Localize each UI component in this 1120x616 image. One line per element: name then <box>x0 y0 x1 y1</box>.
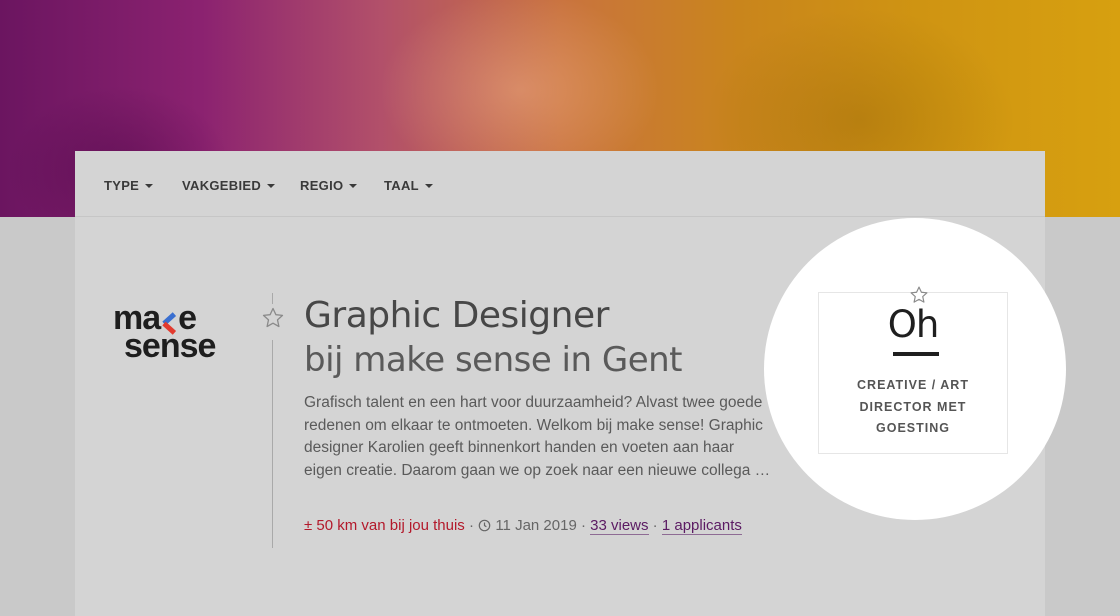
job-meta: ± 50 km van bij jou thuis · 11 Jan 2019 … <box>304 517 742 535</box>
applicants-link[interactable]: 1 applicants <box>661 517 742 535</box>
filter-taal-label: TAAL <box>384 178 419 193</box>
separator: · <box>576 517 591 534</box>
filter-taal-dropdown[interactable]: TAAL <box>384 178 433 193</box>
logo-text-sense: sense <box>124 327 216 365</box>
views-link[interactable]: 33 views <box>590 517 649 535</box>
filter-regio-dropdown[interactable]: REGIO <box>300 178 358 193</box>
posted-date: 11 Jan 2019 <box>495 517 577 534</box>
promo-text-line: DIRECTOR MET <box>859 399 967 414</box>
caret-down-icon <box>424 184 433 188</box>
job-subtitle: bij make sense in Gent <box>304 340 683 380</box>
job-title[interactable]: Graphic Designer <box>304 295 609 336</box>
star-outline-icon[interactable] <box>909 285 929 305</box>
distance-text: ± 50 km van bij jou thuis <box>304 517 465 534</box>
caret-down-icon <box>145 184 154 188</box>
filter-vakgebied-dropdown[interactable]: VAKGEBIED <box>182 178 276 193</box>
caret-down-icon <box>267 184 276 188</box>
job-description: Grafisch talent en een hart voor duurzaa… <box>304 394 771 479</box>
separator: · <box>648 517 662 534</box>
logo-k-mark <box>160 309 178 335</box>
promo-text-line: GOESTING <box>876 421 950 435</box>
promo-text: CREATIVE / ART DIRECTOR MET GOESTING <box>819 375 1007 440</box>
promo-card[interactable]: Oh CREATIVE / ART DIRECTOR MET GOESTING <box>818 292 1008 454</box>
caret-down-icon <box>349 184 358 188</box>
promo-text-line: CREATIVE / ART <box>857 378 969 392</box>
filter-bar: TYPE VAKGEBIED REGIO TAAL <box>75 151 1045 217</box>
filter-type-dropdown[interactable]: TYPE <box>104 178 154 193</box>
filter-type-label: TYPE <box>104 178 140 193</box>
filter-vakgebied-label: VAKGEBIED <box>182 178 262 193</box>
promo-logo: Oh <box>887 303 940 346</box>
filter-regio-label: REGIO <box>300 178 344 193</box>
separator: · <box>464 517 479 534</box>
promo-logo-underline <box>893 352 939 356</box>
company-logo[interactable]: ma e sense <box>112 301 242 365</box>
clock-icon <box>478 519 491 532</box>
star-outline-icon[interactable] <box>261 306 285 330</box>
